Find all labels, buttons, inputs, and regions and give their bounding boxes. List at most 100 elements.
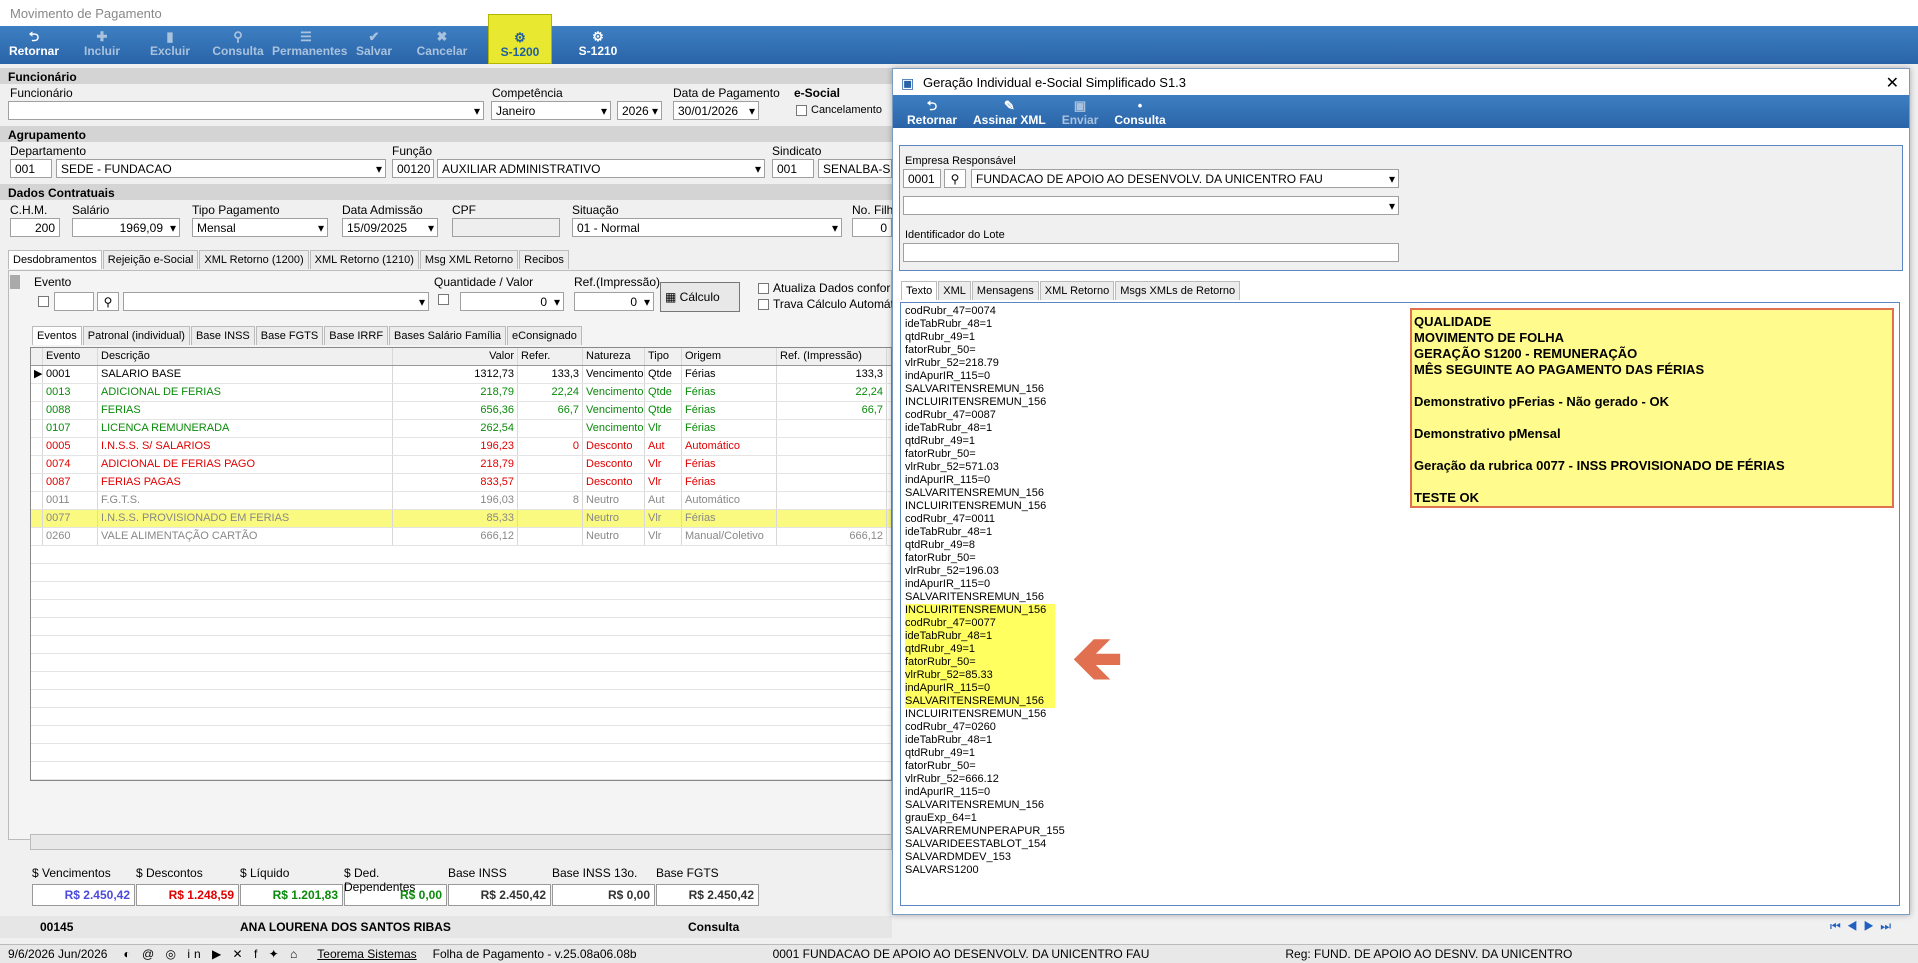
grid-header-cell[interactable] (31, 348, 43, 365)
total-label: Base INSS (448, 866, 507, 880)
text-line: INCLUIRITENSREMUN_156 (905, 604, 1055, 617)
search-icon[interactable]: ⚲ (97, 292, 119, 311)
table-row[interactable]: 0260 VALE ALIMENTAÇÃO CARTÃO 666,12 Neutro V… (31, 528, 891, 546)
data-pagamento-field[interactable]: 30/01/2026 (673, 101, 759, 120)
note-line: QUALIDADE (1414, 314, 1492, 329)
tab-2[interactable]: Base INSS (190, 326, 255, 345)
qtd-field[interactable]: 0 (460, 292, 564, 311)
tab-5[interactable]: Bases Salário Família (389, 326, 507, 345)
tab-1[interactable]: XML (938, 281, 971, 300)
trava-checkbox[interactable]: Trava Cálculo Automát (758, 297, 894, 311)
s-1200-button[interactable]: ⚙ S-1200 (488, 14, 552, 64)
grid-header-cell[interactable]: Ref. (Impressão) (777, 348, 887, 365)
cpf-field[interactable] (452, 218, 560, 237)
dialog-consulta-button[interactable]: • Consulta (1106, 95, 1173, 133)
grid-header-cell[interactable]: Descrição (98, 348, 393, 365)
table-row[interactable]: 0077 I.N.S.S. PROVISIONADO EM FERIAS 85,33… (31, 510, 891, 528)
trash-icon[interactable] (10, 275, 20, 289)
table-cell: ADICIONAL DE FERIAS (98, 384, 393, 401)
table-cell: 666,12 (393, 528, 518, 545)
grid-scrollbar[interactable] (30, 834, 892, 850)
s-1210-button[interactable]: ⚙ S-1210 (564, 26, 632, 64)
tab-3[interactable]: XML Retorno (1039, 281, 1115, 300)
table-row[interactable]: 0013 ADICIONAL DE FERIAS 218,79 22,24 Vencim… (31, 384, 891, 402)
cancelar-button[interactable]: ✖ Cancelar (408, 26, 476, 64)
evento-code[interactable] (54, 292, 94, 311)
table-row[interactable]: 0088 FERIAS 656,36 66,7 Vencimento Qtde Férias… (31, 402, 891, 420)
evento-checkbox[interactable] (38, 296, 49, 307)
tab-4[interactable]: Msg XML Retorno (419, 250, 519, 269)
table-cell: Qtde (645, 402, 682, 419)
ref-field[interactable]: 0 (574, 292, 654, 311)
funcao-code[interactable]: 00120 (392, 159, 434, 178)
excluir-button[interactable]: ▮ Excluir (136, 26, 204, 64)
tab-3[interactable]: Base FGTS (255, 326, 324, 345)
tab-6[interactable]: eConsignado (507, 326, 582, 345)
departamento-code[interactable]: 001 (10, 159, 52, 178)
tab-1[interactable]: Patronal (individual) (82, 326, 190, 345)
grid-header-cell[interactable]: Valor (393, 348, 518, 365)
cancelamento-checkbox[interactable]: Cancelamento (796, 104, 882, 116)
atualiza-checkbox[interactable]: Atualiza Dados confor (758, 281, 890, 295)
qtd-checkbox[interactable] (438, 294, 449, 305)
ano-select[interactable]: 2026 (617, 101, 662, 120)
tab-5[interactable]: Recibos (519, 250, 569, 269)
table-cell: Automático (682, 492, 777, 509)
tab-3[interactable]: XML Retorno (1210) (309, 250, 419, 269)
retornar-button[interactable]: ⮌ Retornar (0, 26, 68, 64)
grid-header-cell[interactable]: Tipo (645, 348, 682, 365)
tab-1[interactable]: Rejeição e-Social (102, 250, 199, 269)
funcionario-select[interactable] (8, 101, 484, 120)
grid-header-cell[interactable]: Refer. (518, 348, 583, 365)
grid-header-cell[interactable]: Natureza (583, 348, 645, 365)
table-row[interactable]: 0005 I.N.S.S. S/ SALARIOS 196,23 0 Desconto A… (31, 438, 891, 456)
grid-header-cell[interactable]: Evento (43, 348, 98, 365)
table-row[interactable]: 0107 LICENCA REMUNERADA 262,54 Vencimento Vl… (31, 420, 891, 438)
lote-field[interactable] (903, 243, 1399, 262)
sindicato-name[interactable]: SENALBA-SIN (818, 159, 892, 178)
competencia-select[interactable]: Janeiro (491, 101, 611, 120)
search-icon[interactable]: ⚲ (944, 169, 966, 188)
incluir-button[interactable]: ✚ Incluir (68, 26, 136, 64)
tab-2[interactable]: XML Retorno (1200) (199, 250, 309, 269)
tab-0[interactable]: Eventos (32, 326, 82, 345)
table-cell: SALARIO BASE (98, 366, 393, 383)
social-icons[interactable]: ◐ @ ◎ in ▶ ✕ f ✦ ⌂ (115, 947, 309, 961)
table-row[interactable]: ▶ 0001 SALARIO BASE 1312,73 133,3 Vencimento Q… (31, 366, 891, 384)
calculo-button[interactable]: ▦ Cálculo (660, 282, 740, 312)
table-row[interactable]: 0087 FERIAS PAGAS 833,57 Desconto Vlr Férias (31, 474, 891, 492)
grid-header-cell[interactable]: Origem (682, 348, 777, 365)
departamento-select[interactable]: SEDE - FUNDACAO (56, 159, 386, 178)
tipo-pagamento-select[interactable]: Mensal (192, 218, 328, 237)
note-line: MOVIMENTO DE FOLHA (1414, 330, 1564, 345)
teorema-link[interactable]: Teorema Sistemas (309, 947, 424, 961)
nav-arrows[interactable]: ⏮◀▶⏭ (1830, 919, 1897, 934)
evento-select[interactable] (123, 292, 429, 311)
data-admissao-field[interactable]: 15/09/2025 (342, 218, 438, 237)
consulta-button[interactable]: ⚲ Consulta (204, 26, 272, 64)
funcao-select[interactable]: AUXILIAR ADMINISTRATIVO (437, 159, 765, 178)
tab-4[interactable]: Msgs XMLs de Retorno (1115, 281, 1241, 300)
empresa-code[interactable]: 0001 (903, 169, 941, 188)
toolbar-icon: ✎ (1003, 98, 1015, 113)
salario-field[interactable]: 1969,09 (72, 218, 180, 237)
dialog-retornar-button[interactable]: ⮌ Retornar (899, 95, 965, 133)
dialog-enviar-button[interactable]: ▣ Enviar (1054, 95, 1107, 133)
tab-4[interactable]: Base IRRF (324, 326, 389, 345)
empresa-select[interactable]: FUNDACAO DE APOIO AO DESENVOLV. DA UNICE… (971, 169, 1399, 188)
secondary-select[interactable] (903, 196, 1399, 215)
dialog-assinar-xml-button[interactable]: ✎ Assinar XML (965, 95, 1054, 133)
tab-0[interactable]: Desdobramentos (8, 250, 102, 269)
tab-0[interactable]: Texto (901, 281, 938, 300)
table-row[interactable]: 0011 F.G.T.S. 196,03 8 Neutro Aut Automático (31, 492, 891, 510)
permanentes-button[interactable]: ☰ Permanentes (272, 26, 347, 64)
tab-2[interactable]: Mensagens (971, 281, 1039, 300)
chm-field[interactable]: 200 (10, 218, 60, 237)
close-icon[interactable]: ✕ (1886, 73, 1899, 93)
situacao-select[interactable]: 01 - Normal (572, 218, 842, 237)
salvar-button[interactable]: ✔ Salvar (340, 26, 408, 64)
sindicato-code[interactable]: 001 (772, 159, 814, 178)
table-cell: 0074 (43, 456, 98, 473)
table-row[interactable]: 0074 ADICIONAL DE FERIAS PAGO 218,79 Descon… (31, 456, 891, 474)
filhos-field[interactable]: 0 (852, 218, 892, 237)
